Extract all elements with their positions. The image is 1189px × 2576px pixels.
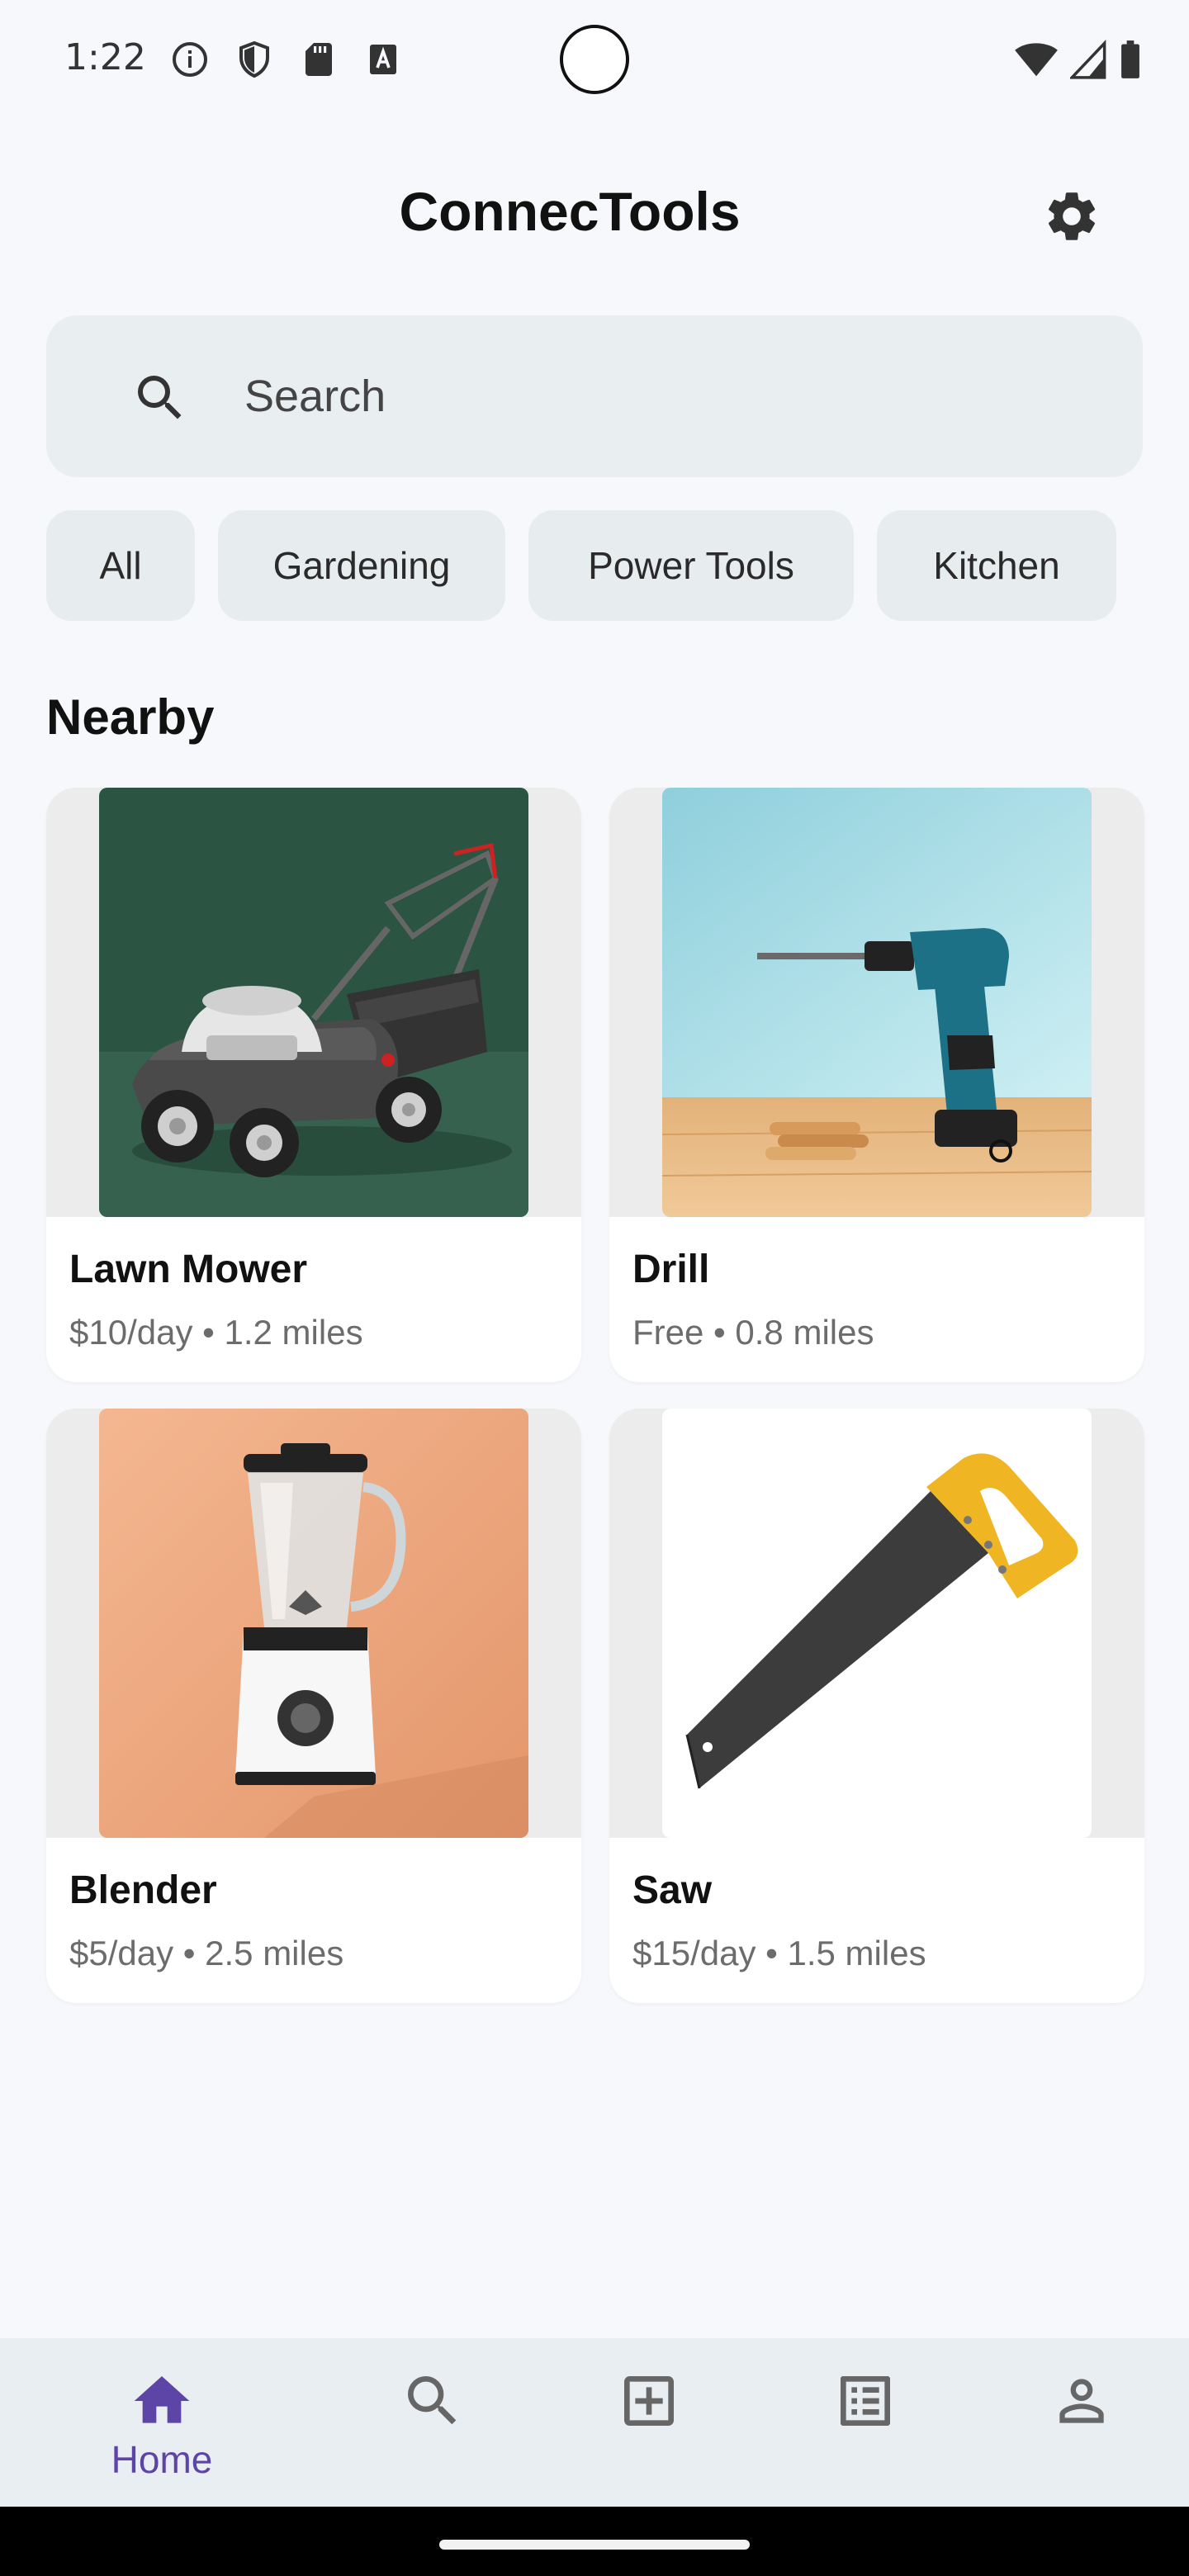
a-icon — [363, 40, 403, 79]
nav-home[interactable]: Home — [79, 2338, 244, 2507]
item-title: Blender — [69, 1868, 217, 1912]
nav-add[interactable] — [566, 2338, 732, 2507]
chip-power-tools[interactable]: Power Tools — [528, 510, 854, 621]
chip-kitchen[interactable]: Kitchen — [877, 510, 1116, 621]
nav-listings[interactable] — [783, 2338, 948, 2507]
gesture-handle[interactable] — [439, 2540, 750, 2550]
saw-image — [662, 1409, 1092, 1838]
chip-all[interactable]: All — [46, 510, 195, 621]
add-box-icon — [624, 2376, 674, 2426]
signal-icon — [1068, 39, 1106, 83]
status-icons-right — [1014, 39, 1143, 83]
gear-icon — [1048, 192, 1096, 240]
app-title: ConnecTools — [399, 181, 741, 242]
drill-image — [662, 788, 1092, 1217]
item-card-drill[interactable]: Drill Free • 0.8 miles — [609, 788, 1144, 1382]
item-title: Saw — [632, 1868, 713, 1912]
item-title: Drill — [632, 1248, 710, 1291]
item-image-frame — [609, 788, 1144, 1217]
item-detail: $10/day • 1.2 miles — [69, 1313, 363, 1352]
camera-cutout — [560, 25, 629, 94]
list-icon — [841, 2376, 890, 2426]
item-detail: $15/day • 1.5 miles — [632, 1934, 926, 1972]
item-card-saw[interactable]: Saw $15/day • 1.5 miles — [609, 1409, 1144, 2003]
item-card-blender[interactable]: Blender $5/day • 2.5 miles — [46, 1409, 581, 2003]
item-detail: Free • 0.8 miles — [632, 1313, 874, 1352]
blender-image — [99, 1409, 528, 1838]
nav-profile[interactable] — [999, 2338, 1164, 2507]
shield-icon — [234, 40, 274, 79]
info-icon — [170, 40, 210, 79]
category-chips: All Gardening Power Tools Kitchen — [46, 510, 1116, 621]
search-icon — [138, 376, 182, 419]
item-card-lawn-mower[interactable]: Lawn Mower $10/day • 1.2 miles — [46, 788, 581, 1382]
nav-search[interactable] — [350, 2338, 515, 2507]
status-icons-left — [170, 40, 403, 79]
item-detail: $5/day • 2.5 miles — [69, 1934, 344, 1972]
search-bar[interactable] — [46, 315, 1143, 477]
item-image-frame — [609, 1409, 1144, 1838]
item-title: Lawn Mower — [69, 1248, 308, 1291]
status-time: 1:22 — [64, 36, 146, 78]
chip-gardening[interactable]: Gardening — [218, 510, 505, 621]
section-title: Nearby — [46, 689, 215, 745]
search-input[interactable] — [244, 348, 1103, 444]
bottom-navigation: Home — [0, 2338, 1189, 2507]
home-icon — [134, 2376, 190, 2423]
wifi-icon — [1014, 40, 1059, 83]
lawn-mower-image — [99, 788, 528, 1217]
item-image-frame — [46, 788, 581, 1217]
battery-icon — [1118, 40, 1143, 83]
sd-card-icon — [299, 40, 339, 79]
nav-home-label: Home — [111, 2438, 213, 2481]
settings-button[interactable] — [1039, 183, 1105, 249]
gesture-bar — [0, 2507, 1189, 2576]
status-bar: 1:22 — [0, 0, 1189, 119]
item-image-frame — [46, 1409, 581, 1838]
person-icon — [1059, 2379, 1104, 2423]
search-icon — [408, 2376, 457, 2425]
